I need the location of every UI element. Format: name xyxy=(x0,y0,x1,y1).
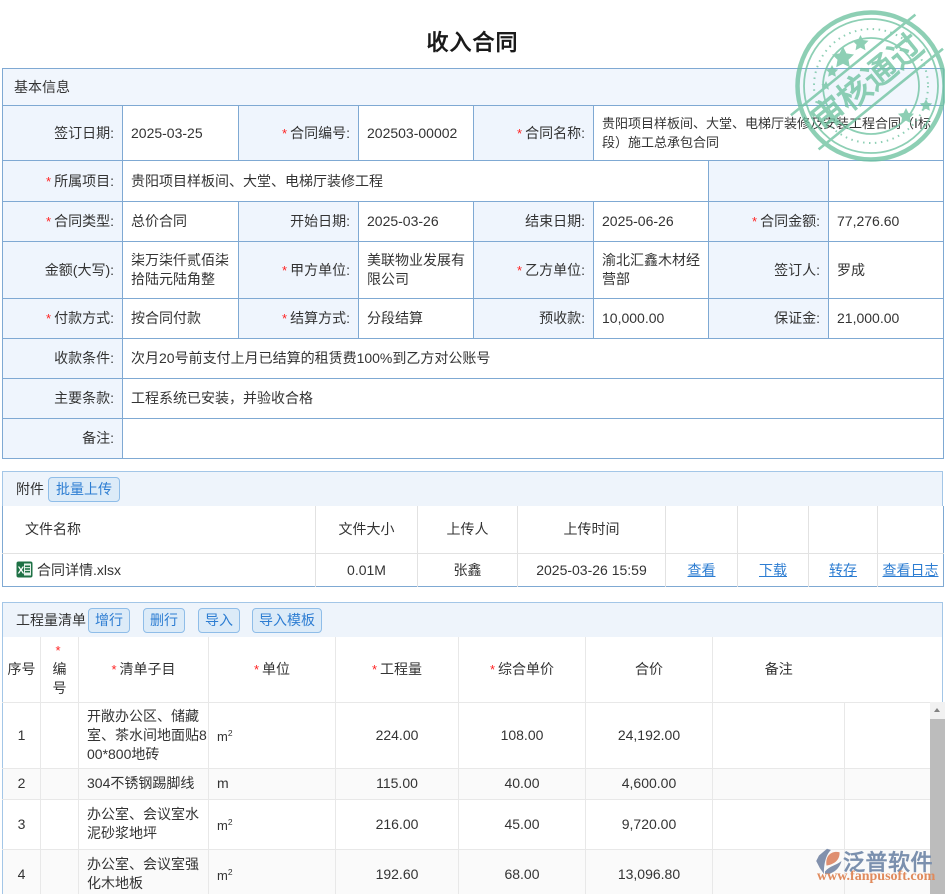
svg-text:X: X xyxy=(18,565,25,576)
